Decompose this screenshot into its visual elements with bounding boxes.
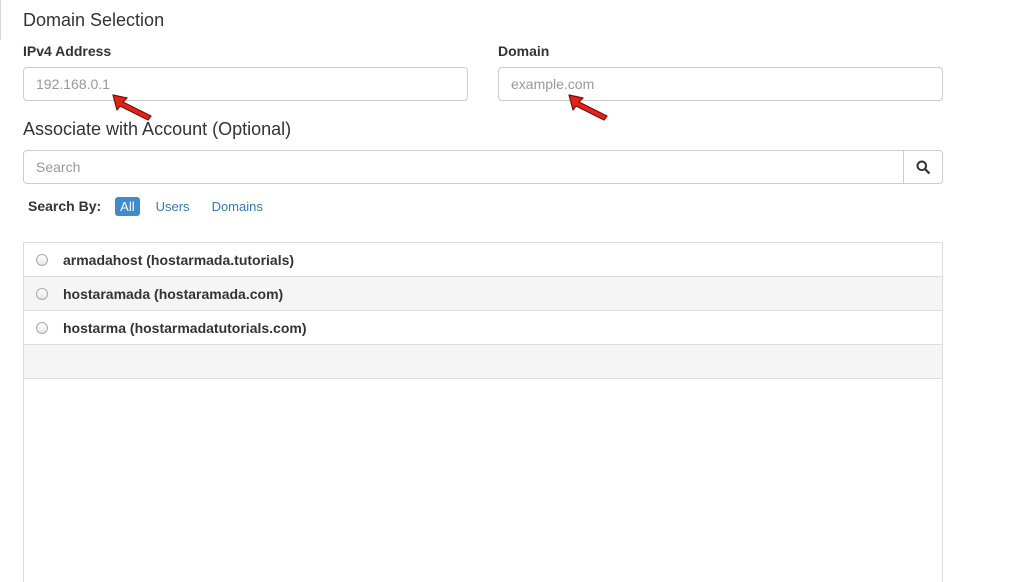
list-item[interactable]: hostarma (hostarmadatutorials.com)	[24, 311, 942, 345]
search-by-label: Search By:	[28, 198, 102, 214]
search-by-filter: Search By: All Users Domains	[28, 196, 279, 216]
associate-account-title: Associate with Account (Optional)	[23, 119, 292, 139]
section-title: Domain Selection	[23, 10, 165, 30]
domain-label: Domain	[498, 43, 550, 59]
list-item[interactable]: hostaramada (hostaramada.com)	[24, 277, 942, 311]
search-button[interactable]	[903, 150, 943, 184]
left-edge-divider	[0, 0, 3, 40]
account-label: armadahost (hostarmada.tutorials)	[63, 251, 295, 268]
account-search-input[interactable]	[23, 150, 904, 184]
account-label: hostarma (hostarmadatutorials.com)	[63, 319, 307, 336]
ipv4-label: IPv4 Address	[23, 43, 112, 59]
magnifier-icon	[916, 160, 930, 174]
filter-all[interactable]: All	[115, 196, 140, 216]
account-label: hostaramada (hostaramada.com)	[63, 285, 284, 302]
radio-button[interactable]	[36, 287, 48, 300]
account-list: armadahost (hostarmada.tutorials) hostar…	[23, 242, 943, 582]
radio-button[interactable]	[36, 253, 48, 266]
annotation-arrow-icon	[112, 94, 152, 121]
empty-list-row	[24, 345, 942, 379]
annotation-arrow-icon	[568, 94, 608, 121]
filter-domains[interactable]: Domains	[206, 197, 269, 216]
list-item[interactable]: armadahost (hostarmada.tutorials)	[24, 243, 942, 277]
domain-input[interactable]	[498, 67, 943, 101]
ipv4-address-input[interactable]	[23, 67, 468, 101]
filter-users[interactable]: Users	[150, 197, 196, 216]
radio-button[interactable]	[36, 321, 48, 334]
